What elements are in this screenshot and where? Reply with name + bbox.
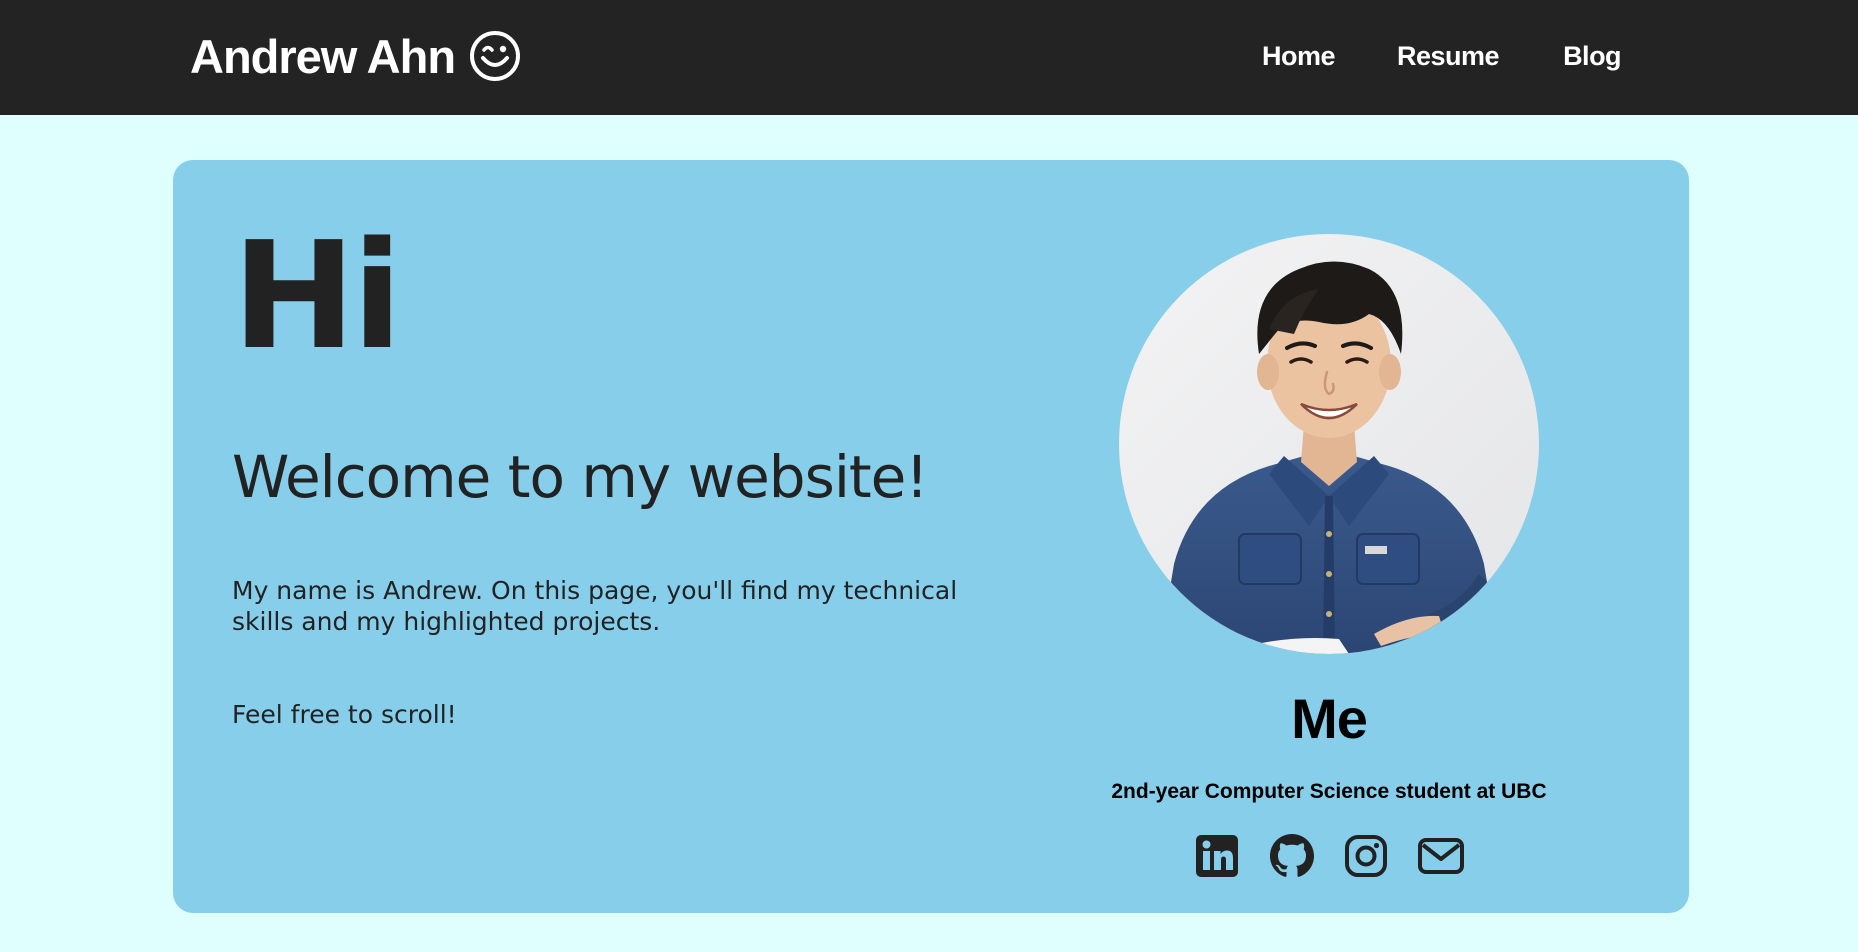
wink-smiley-icon: [470, 31, 521, 81]
nav-blog-link[interactable]: Blog: [1563, 36, 1622, 76]
email-link[interactable]: [1417, 832, 1465, 880]
linkedin-link[interactable]: [1193, 832, 1241, 880]
github-icon: [1269, 834, 1314, 877]
profile-photo: [1119, 234, 1539, 654]
instagram-icon: [1345, 835, 1388, 877]
linkedin-icon: [1196, 835, 1238, 877]
profile-name: Me: [1291, 687, 1368, 750]
brand-name: Andrew Ahn: [190, 29, 456, 83]
greeting-heading: Hi: [232, 210, 403, 382]
intro-paragraph: My name is Andrew. On this page, you'll …: [232, 576, 958, 636]
profile-photo-illustration: [1119, 234, 1539, 654]
email-icon: [1417, 838, 1464, 874]
scroll-note: Feel free to scroll!: [232, 700, 457, 729]
brand-link[interactable]: Andrew Ahn: [190, 26, 521, 86]
instagram-link[interactable]: [1342, 832, 1390, 880]
nav-resume-link[interactable]: Resume: [1397, 36, 1500, 76]
github-link[interactable]: [1268, 832, 1316, 880]
social-links: [1193, 832, 1465, 880]
nav-home-link[interactable]: Home: [1262, 36, 1336, 76]
intro-card: Hi Welcome to my website! My name is And…: [173, 160, 1689, 913]
navbar: Andrew Ahn Home Resume Blog: [0, 0, 1858, 115]
profile-role: 2nd-year Computer Science student at UBC: [1111, 780, 1547, 803]
welcome-heading: Welcome to my website!: [232, 443, 929, 511]
nav-links: Home Resume Blog: [1262, 36, 1622, 76]
